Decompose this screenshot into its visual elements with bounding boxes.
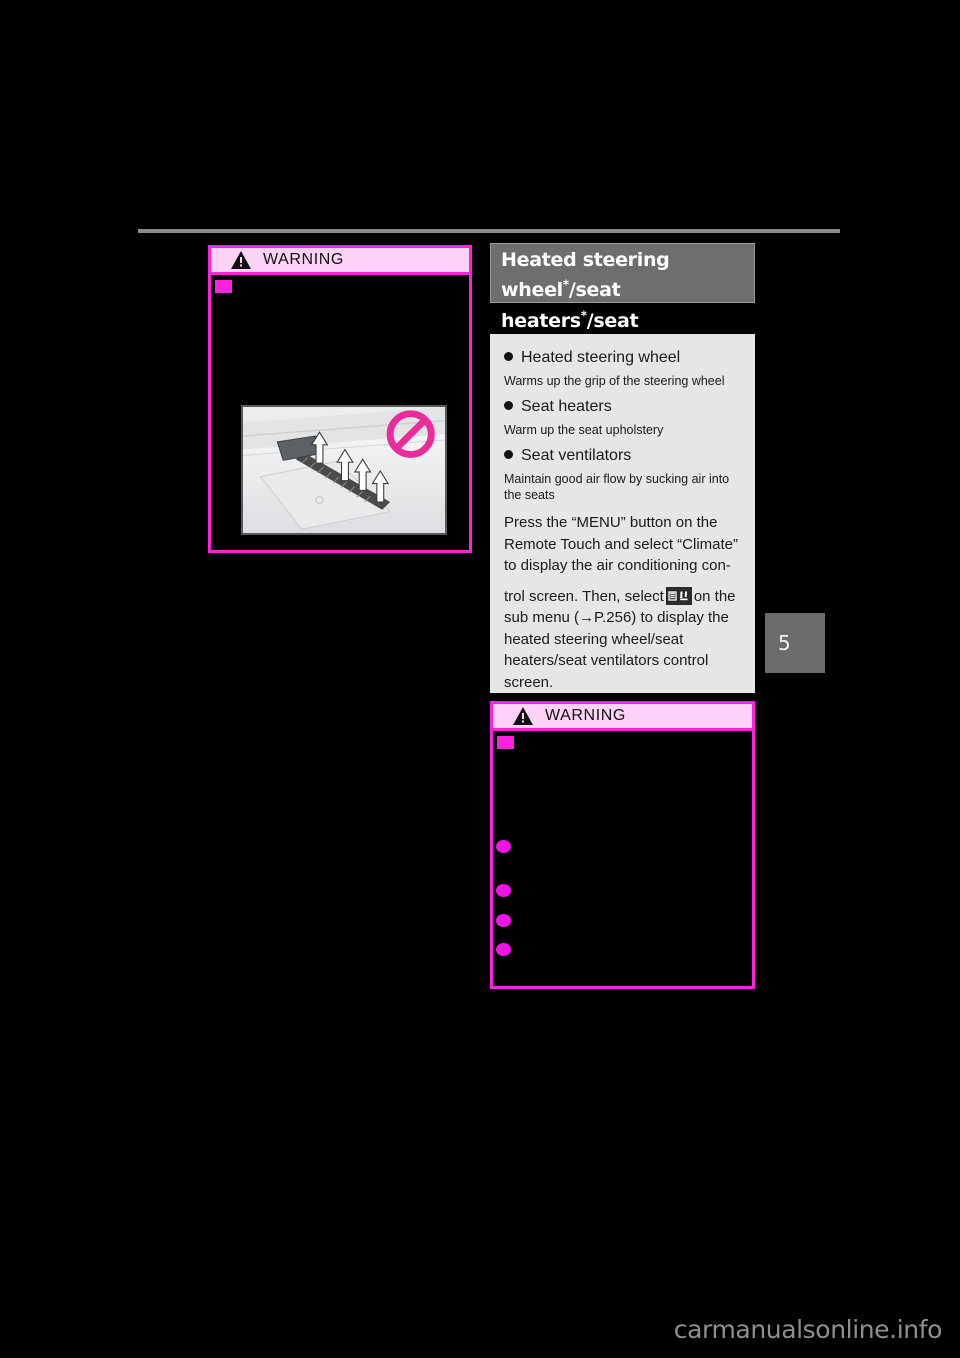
warning-round-bullet-0 [496,840,511,853]
chapter-tab[interactable]: 5 [765,613,825,673]
feature-heading-text: Seat ventilators [521,447,632,464]
feature-heading-text: Seat heaters [521,398,612,415]
left-warning-box: WARNING [208,245,472,553]
warning-round-bullet-3 [496,943,511,956]
feature-heading-2: Seat ventilators [504,445,743,466]
warning-round-bullet-2 [496,914,511,927]
feature-panel: Heated steering wheel Warms up the grip … [490,334,755,693]
warning-body [211,275,469,550]
site-watermark: carmanualsonline.info [673,1315,943,1344]
header-rule [138,229,840,233]
instructions-paragraph-1: Press the “MENU” button on the Remote To… [504,514,738,574]
instructions-paragraph-2: trol screen. Then, select on the sub menu… [504,586,743,694]
seat-climate-icon [665,586,692,605]
warning-triangle-icon [231,251,251,269]
feature-description-0: Warms up the grip of the steering wheel [504,374,725,388]
feature-description-2: Maintain good air flow by sucking air in… [504,472,730,502]
illustration-graphic [243,407,445,533]
defroster-vent-airflow-illustration [241,405,447,535]
warning-header: WARNING [211,248,469,275]
feature-heading-0: Heated steering wheel [504,347,743,368]
warning-square-bullet [215,280,232,293]
bottom-warning-box: WARNING [490,701,755,989]
feature-description-1: Warm up the seat upholstery [504,423,664,437]
feature-heading-1: Seat heaters [504,396,743,417]
warning-square-bullet [497,736,514,749]
warning-header: WARNING [493,704,752,731]
warning-title: WARNING [545,707,626,724]
warning-round-bullet-1 [496,884,511,897]
bullet-dot-icon [504,450,513,459]
section-title: Heated steering wheel*/seat heaters*/sea… [490,243,755,362]
manual-page: WARNING Heated steering wheel*/seat heat… [0,0,960,1358]
warning-triangle-icon [513,707,533,725]
feature-heading-text: Heated steering wheel [521,349,681,366]
bullet-dot-icon [504,401,513,410]
bullet-dot-icon [504,352,513,361]
warning-title: WARNING [263,251,344,268]
warning-body [493,731,752,986]
instructions-text-before-icon: trol screen. Then, select [504,587,664,605]
